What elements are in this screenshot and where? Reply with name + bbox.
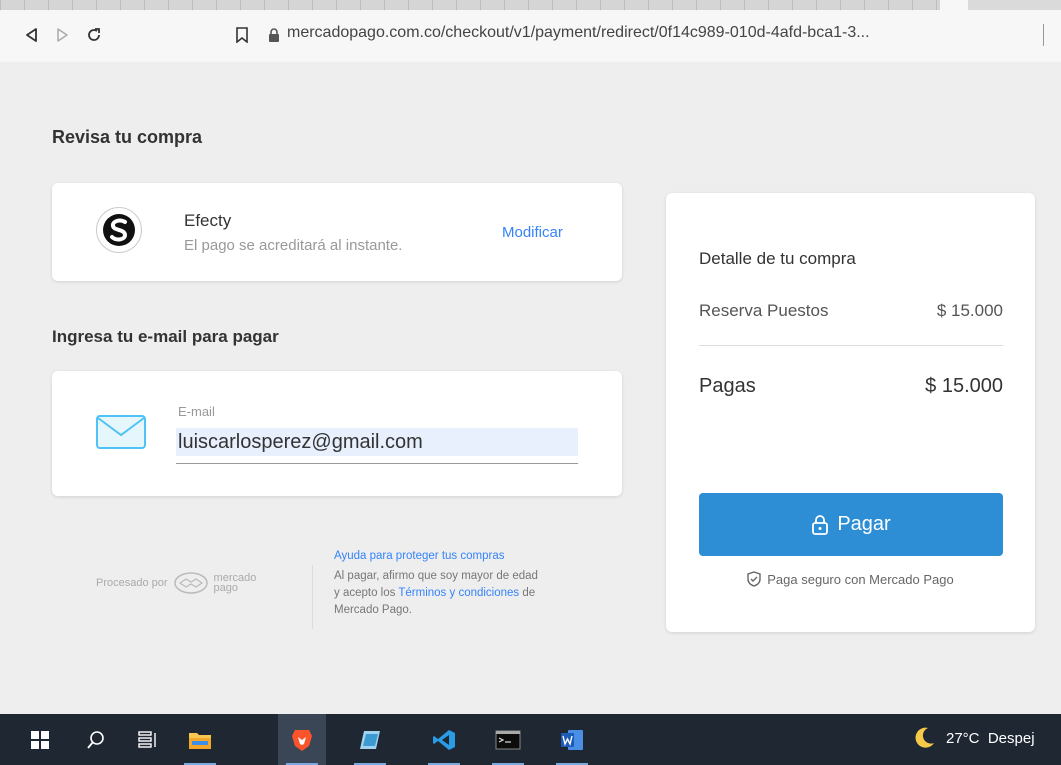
bookmark-icon: [236, 27, 248, 43]
summary-item-row: Reserva Puestos $ 15.000: [699, 301, 1003, 321]
item-price: $ 15.000: [936, 301, 1003, 320]
brave-lion-icon: [292, 729, 312, 751]
task-view-icon: [138, 730, 156, 748]
payment-method-name: Efecty: [184, 211, 232, 230]
forward-button[interactable]: [50, 23, 74, 47]
word-icon: [561, 729, 583, 750]
mercado-pago-logo-text: mercado pago: [213, 573, 257, 594]
item-label: Reserva Puestos: [699, 301, 829, 320]
word-button[interactable]: [548, 714, 596, 765]
bookmark-button[interactable]: [230, 23, 254, 47]
secure-payment-note: Paga seguro con Mercado Pago: [666, 571, 1035, 587]
reload-icon: [88, 28, 100, 41]
toolbar-divider: [1043, 24, 1044, 46]
active-tab[interactable]: [940, 0, 968, 10]
moon-icon: [915, 727, 934, 748]
footer-divider: [312, 565, 313, 629]
terms-link[interactable]: Términos y condiciones: [398, 587, 519, 599]
tab-list[interactable]: [0, 0, 940, 10]
help-link[interactable]: Ayuda para proteger tus compras: [334, 548, 624, 565]
reload-button[interactable]: [82, 23, 106, 47]
search-icon: [87, 730, 104, 749]
efecty-icon: [103, 214, 135, 246]
weather-widget[interactable]: 27°C Despej: [912, 726, 1035, 750]
review-title: Revisa tu compra: [52, 127, 203, 147]
terms-line-3: Mercado Pago.: [334, 604, 412, 616]
url-text: mercadopago.com.co/checkout/v1/payment/r…: [287, 24, 870, 41]
purchase-summary-card: Detalle de tu compra Reserva Puestos $ 1…: [666, 193, 1035, 632]
windows-logo-icon: [31, 730, 49, 749]
forward-icon: [57, 28, 68, 42]
total-label: Pagas: [699, 375, 756, 397]
envelope-icon: [96, 415, 146, 449]
payment-method-card: Efecty El pago se acreditará al instante…: [52, 183, 622, 281]
brand-line-2: pago: [213, 582, 239, 594]
start-button[interactable]: [16, 714, 64, 765]
efecty-logo: [96, 207, 142, 253]
brave-browser-button[interactable]: [278, 714, 326, 765]
app-notes-icon: [360, 730, 380, 749]
app-button[interactable]: [346, 714, 394, 765]
shield-check-icon: [747, 571, 761, 587]
lock-icon: [269, 28, 279, 42]
vscode-icon: [433, 729, 455, 750]
task-view-button[interactable]: [124, 714, 172, 765]
lock-icon: [812, 514, 829, 535]
back-button[interactable]: [20, 23, 44, 47]
summary-title: Detalle de tu compra: [699, 249, 856, 268]
email-section-title: Ingresa tu e-mail para pagar: [52, 327, 279, 346]
summary-divider: [699, 345, 1003, 346]
processed-by: Procesado por mercado pago: [96, 572, 256, 594]
tab-strip: [0, 0, 1061, 10]
vscode-button[interactable]: [420, 714, 468, 765]
weather-text: 27°C Despej: [946, 729, 1035, 747]
pay-button[interactable]: Pagar: [699, 493, 1003, 556]
terms-suffix: de: [522, 587, 536, 599]
processed-by-label: Procesado por: [96, 577, 168, 589]
windows-taskbar: 27°C Despej: [0, 714, 1061, 765]
terminal-button[interactable]: [484, 714, 532, 765]
file-explorer-button[interactable]: [176, 714, 224, 765]
tab-strip-right: [968, 0, 1061, 10]
terms-line-1: Al pagar, afirmo que soy mayor de edad: [334, 570, 538, 582]
terminal-icon: [495, 730, 521, 749]
mercado-pago-handshake-icon: [173, 572, 208, 594]
email-card: E-mail: [52, 371, 622, 496]
payment-method-description: El pago se acreditará al instante.: [184, 237, 403, 254]
back-icon: [26, 28, 37, 42]
footer-terms: Ayuda para proteger tus compras Al pagar…: [334, 548, 624, 619]
summary-total-row: Pagas $ 15.000: [699, 375, 1003, 398]
secure-text: Paga seguro con Mercado Pago: [767, 571, 954, 587]
search-button[interactable]: [72, 714, 120, 765]
terms-line-2: y acepto los Términos y condiciones de: [334, 585, 624, 602]
terms-mid: y acepto los: [334, 587, 396, 599]
pay-button-label: Pagar: [837, 513, 891, 535]
address-bar[interactable]: mercadopago.com.co/checkout/v1/payment/r…: [287, 24, 870, 42]
email-label: E-mail: [178, 404, 215, 419]
total-price: $ 15.000: [925, 375, 1003, 397]
folder-icon: [189, 732, 211, 749]
browser-toolbar: mercadopago.com.co/checkout/v1/payment/r…: [0, 10, 1061, 62]
modify-link[interactable]: Modificar: [502, 224, 563, 241]
email-input[interactable]: [176, 428, 578, 464]
